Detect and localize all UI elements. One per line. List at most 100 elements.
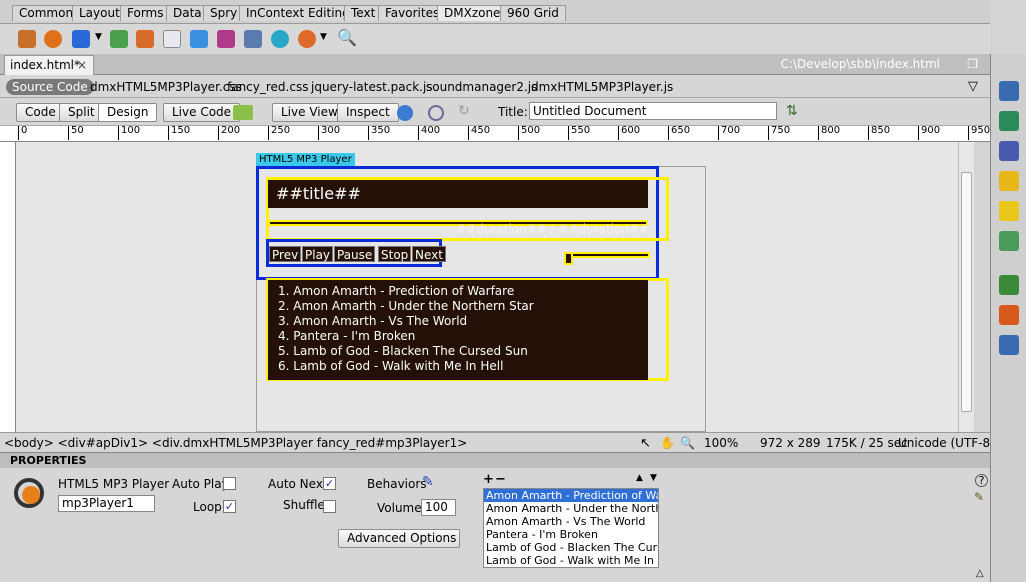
behaviors-icon[interactable]: ✎: [422, 474, 434, 490]
dmx-icon-11[interactable]: [298, 30, 316, 48]
split-view-button[interactable]: Split: [59, 103, 104, 122]
dmx-icon-6[interactable]: [163, 30, 181, 48]
loop-checkbox[interactable]: ✓: [223, 500, 236, 513]
tag-selector[interactable]: <body> <div#apDiv1> <div.dmxHTML5MP3Play…: [4, 436, 467, 450]
chevron-down-icon[interactable]: ▼: [95, 32, 102, 42]
document-tab[interactable]: index.html* ×: [4, 55, 94, 75]
refresh-options-icon[interactable]: [428, 105, 444, 121]
volume-input[interactable]: 100: [421, 499, 456, 516]
move-down-icon[interactable]: ▼: [650, 473, 657, 483]
filter-icon[interactable]: ▽: [968, 79, 978, 94]
related-source-code[interactable]: Source Code: [6, 79, 94, 95]
dmx-icon-10[interactable]: [271, 30, 289, 48]
playlist-option[interactable]: Amon Amarth - Prediction of Warfar: [484, 489, 658, 502]
panel-css-icon[interactable]: [999, 141, 1019, 161]
dmx-icon-4[interactable]: [110, 30, 128, 48]
panel-insert-icon[interactable]: [999, 111, 1019, 131]
related-file[interactable]: soundmanager2.js: [426, 80, 537, 94]
player-id-input[interactable]: mp3Player1: [58, 495, 155, 512]
auto-play-checkbox[interactable]: [223, 477, 236, 490]
inspect-button[interactable]: Inspect: [337, 103, 399, 122]
live-code-button[interactable]: Live Code: [163, 103, 241, 122]
panel-assets-icon[interactable]: [999, 305, 1019, 325]
panel-search-icon[interactable]: [999, 81, 1019, 101]
globe-icon[interactable]: [397, 105, 413, 121]
playlist-option[interactable]: Amon Amarth - Under the Northern: [484, 502, 658, 515]
stop-button[interactable]: Stop: [378, 246, 412, 262]
insert-tab-960-grid[interactable]: 960 Grid: [500, 5, 566, 21]
window-size[interactable]: 972 x 289: [760, 436, 821, 450]
related-file[interactable]: jquery-latest.pack.js: [311, 80, 433, 94]
volume-handle[interactable]: [564, 252, 573, 265]
remove-item-button[interactable]: −: [495, 472, 506, 487]
close-icon[interactable]: ×: [77, 56, 87, 74]
pause-button[interactable]: Pause: [334, 246, 376, 262]
panel-behaviors-icon[interactable]: [999, 201, 1019, 221]
zoom-tool-icon[interactable]: 🔍: [680, 436, 695, 450]
playlist-item[interactable]: 1. Amon Amarth - Prediction of Warfare: [278, 284, 648, 299]
player-tag-label[interactable]: HTML5 MP3 Player: [256, 153, 355, 166]
volume-slider[interactable]: [564, 252, 650, 258]
related-file[interactable]: fancy_red.css: [227, 80, 308, 94]
related-file[interactable]: dmxHTML5MP3Player.js: [531, 80, 673, 94]
design-view-button[interactable]: Design: [98, 103, 158, 122]
properties-header[interactable]: PROPERTIES: [0, 452, 990, 468]
insert-tab-dmxzone[interactable]: DMXzone: [437, 5, 508, 21]
dmx-icon-2[interactable]: [44, 30, 62, 48]
insert-tab-layout[interactable]: Layout: [72, 5, 127, 21]
move-up-icon[interactable]: ▲: [636, 473, 643, 483]
design-canvas[interactable]: HTML5 MP3 Player ##title## ##duration## …: [16, 142, 974, 432]
playlist-option[interactable]: Pantera - I'm Broken: [484, 528, 658, 541]
playlist-option[interactable]: Lamb of God - Blacken The Cursed S: [484, 541, 658, 554]
panel-databases-icon[interactable]: [999, 171, 1019, 191]
refresh-icon[interactable]: ↻: [458, 103, 470, 119]
advanced-options-button[interactable]: Advanced Options: [338, 529, 460, 548]
prev-button[interactable]: Prev: [269, 246, 302, 262]
hand-tool-icon[interactable]: ✋: [660, 436, 675, 450]
shuffle-checkbox[interactable]: [323, 500, 336, 513]
next-button[interactable]: Next: [412, 246, 446, 262]
playlist-item[interactable]: 5. Lamb of God - Blacken The Cursed Sun: [278, 344, 648, 359]
insert-tab-favorites[interactable]: Favorites: [378, 5, 447, 21]
dmx-icon-7[interactable]: [190, 30, 208, 48]
playlist-item[interactable]: 6. Lamb of God - Walk with Me In Hell: [278, 359, 648, 374]
dmx-icon-3[interactable]: [72, 30, 90, 48]
insert-tab-text[interactable]: Text: [344, 5, 383, 21]
code-view-button[interactable]: Code: [16, 103, 65, 122]
restore-icon[interactable]: ❐: [967, 57, 978, 71]
related-file[interactable]: dmxHTML5MP3Player.css: [90, 80, 242, 94]
dmx-icon-8[interactable]: [217, 30, 235, 48]
add-item-button[interactable]: +: [483, 472, 494, 487]
pointer-tool-icon[interactable]: ↖: [640, 436, 651, 451]
insert-tab-forms[interactable]: Forms: [120, 5, 171, 21]
playlist-item[interactable]: 4. Pantera - I'm Broken: [278, 329, 648, 344]
playlist-item[interactable]: 3. Amon Amarth - Vs The World: [278, 314, 648, 329]
panel-snippets-icon[interactable]: [999, 335, 1019, 355]
chevron-down-icon[interactable]: ▼: [320, 32, 327, 42]
file-management-icon[interactable]: ⇅: [786, 103, 798, 119]
dmx-icon-9[interactable]: [244, 30, 262, 48]
scrollbar-thumb[interactable]: [961, 172, 972, 412]
panel-files-icon[interactable]: [999, 275, 1019, 295]
quick-tag-editor-icon[interactable]: ✎: [974, 490, 984, 504]
play-button[interactable]: Play: [302, 246, 334, 262]
auto-play-label: Auto Play: [172, 477, 229, 491]
insert-tab-incontext[interactable]: InContext Editing: [239, 5, 357, 21]
ruler-tick: 400: [418, 126, 440, 140]
check-page-icon[interactable]: [233, 105, 253, 120]
search-icon[interactable]: 🔍: [337, 28, 357, 47]
playlist-option[interactable]: Lamb of God - Walk with Me In Hell: [484, 554, 658, 567]
zoom-select[interactable]: 100%: [704, 436, 738, 450]
dmx-icon-1[interactable]: [18, 30, 36, 48]
expand-icon[interactable]: △: [976, 568, 984, 579]
playlist-option[interactable]: Amon Amarth - Vs The World: [484, 515, 658, 528]
title-input[interactable]: Untitled Document: [529, 102, 777, 120]
canvas-scrollbar[interactable]: [958, 142, 974, 432]
auto-next-checkbox[interactable]: ✓: [323, 477, 336, 490]
insert-tab-common[interactable]: Common: [12, 5, 81, 21]
playlist-item[interactable]: 2. Amon Amarth - Under the Northern Star: [278, 299, 648, 314]
dmx-icon-5[interactable]: [136, 30, 154, 48]
help-icon[interactable]: ?: [975, 474, 988, 487]
live-view-button[interactable]: Live View: [272, 103, 347, 122]
panel-server-icon[interactable]: [999, 231, 1019, 251]
